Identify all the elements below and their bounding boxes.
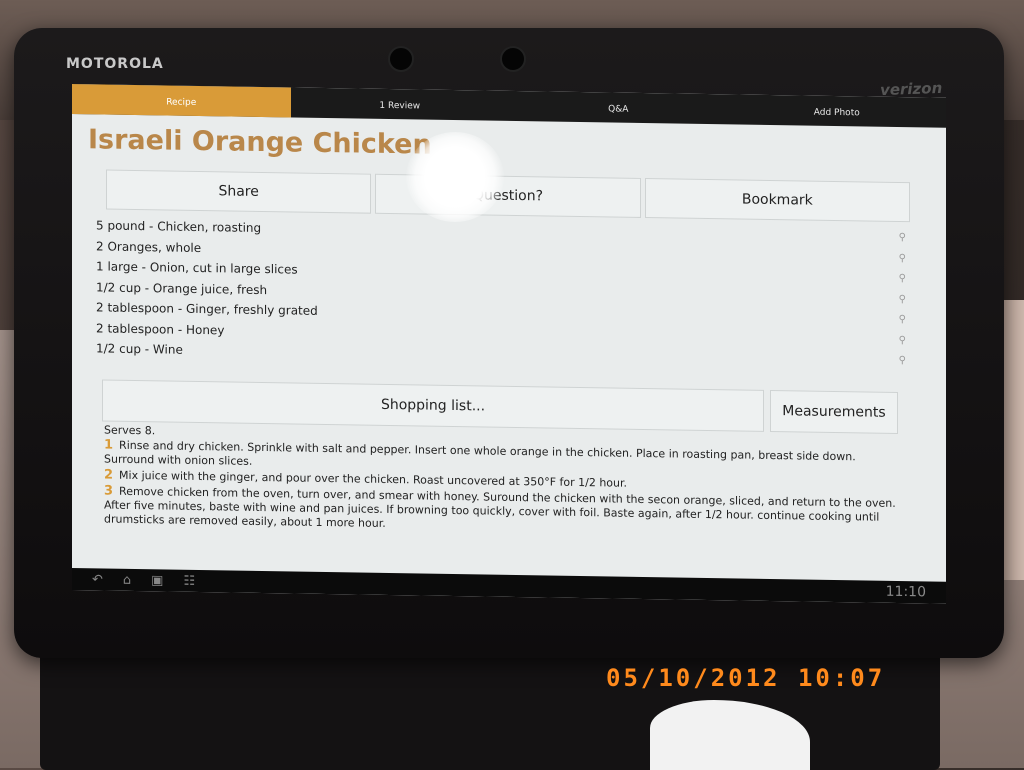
action-buttons: Share Question? Bookmark bbox=[106, 169, 910, 223]
search-icon[interactable]: ⚲ bbox=[899, 351, 906, 372]
search-icon[interactable]: ⚲ bbox=[899, 289, 906, 310]
search-icon[interactable]: ⚲ bbox=[899, 248, 906, 269]
step-number: 1 bbox=[104, 437, 114, 453]
recent-apps-icon[interactable]: ▣ bbox=[151, 573, 163, 588]
step-number: 2 bbox=[104, 467, 114, 483]
search-icon[interactable]: ⚲ bbox=[899, 269, 906, 290]
ingredient-list: 5 pound - Chicken, roasting ⚲ 2 Oranges, … bbox=[96, 215, 946, 372]
front-camera-icon bbox=[388, 46, 414, 72]
tab-add-photo[interactable]: Add Photo bbox=[728, 94, 947, 127]
back-icon[interactable]: ↶ bbox=[92, 572, 103, 587]
share-button[interactable]: Share bbox=[106, 169, 372, 214]
measurements-button[interactable]: Measurements bbox=[770, 389, 898, 434]
recipe-title: Israeli Orange Chicken bbox=[88, 124, 432, 161]
bookmark-button[interactable]: Bookmark bbox=[644, 177, 910, 223]
menu-icon[interactable]: ☷ bbox=[183, 573, 195, 588]
tab-recipe[interactable]: Recipe bbox=[72, 84, 291, 118]
search-icon[interactable]: ⚲ bbox=[899, 310, 906, 331]
step-number: 3 bbox=[104, 483, 114, 499]
tab-reviews[interactable]: 1 Review bbox=[291, 87, 510, 120]
home-icon[interactable]: ⌂ bbox=[123, 572, 131, 587]
search-icon[interactable]: ⚲ bbox=[899, 228, 906, 249]
device-brand-logo: MOTOROLA bbox=[66, 56, 164, 72]
tablet-screen: Recipe 1 Review Q&A Add Photo Israeli Or… bbox=[72, 84, 946, 604]
light-sensor-icon bbox=[500, 46, 526, 72]
shopping-list-button[interactable]: Shopping list... bbox=[102, 378, 764, 432]
light-glare bbox=[406, 132, 504, 222]
photo-timestamp: 05/10/2012 10:07 bbox=[606, 664, 886, 692]
tab-qa[interactable]: Q&A bbox=[509, 91, 728, 124]
search-icon[interactable]: ⚲ bbox=[899, 330, 906, 351]
status-clock: 11:10 bbox=[885, 583, 926, 601]
